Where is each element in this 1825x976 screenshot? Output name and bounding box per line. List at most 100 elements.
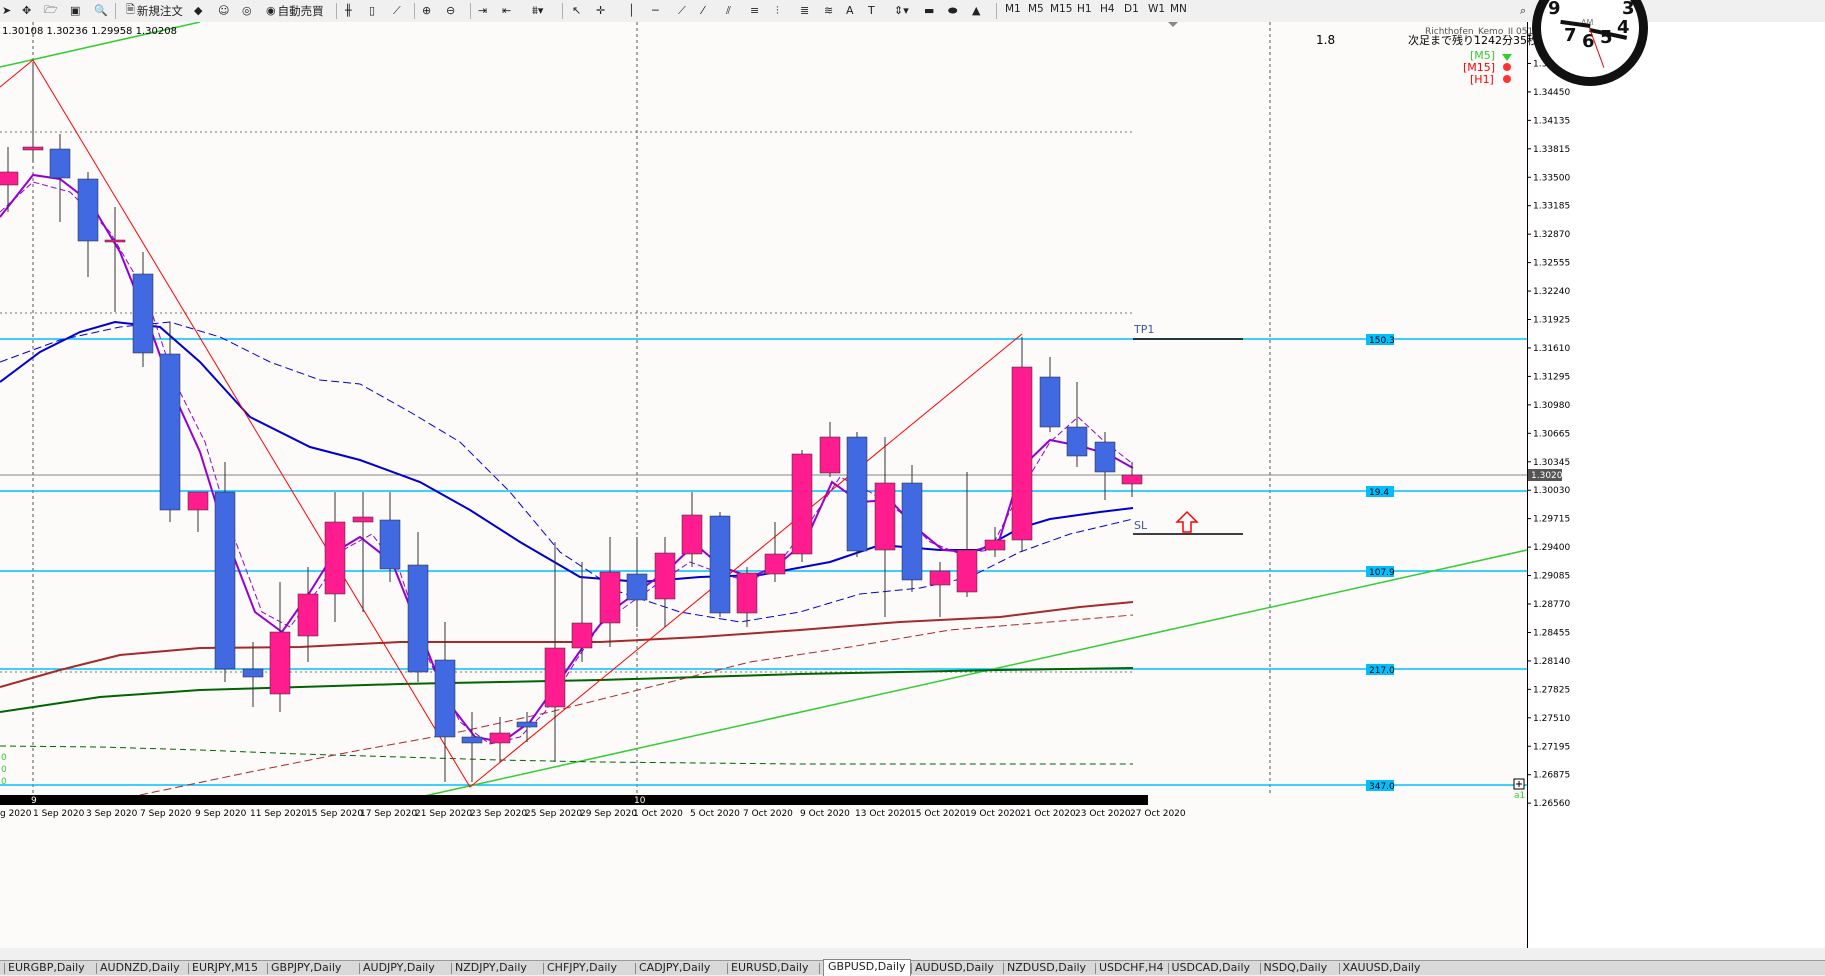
cursor-icon[interactable]: ↖ (572, 2, 581, 19)
horizontal-line-icon[interactable]: ─ (652, 2, 659, 19)
candle-body (819, 436, 841, 474)
fibo-arc-icon[interactable]: ≋ (824, 2, 833, 19)
zoom-out-icon[interactable]: ⊖ (446, 2, 455, 19)
zoom-window-icon[interactable]: 🔍 (94, 2, 108, 19)
fibo-fan-icon[interactable]: ⫶ (776, 2, 779, 19)
search-icon[interactable]: ⌕ (1520, 2, 1526, 19)
fibo-timezone-icon[interactable]: ≣ (800, 2, 809, 19)
rectangle-icon[interactable]: ▬ (924, 2, 934, 19)
price-label: 1.29085 (1533, 572, 1570, 582)
price-label: 1.33815 (1533, 145, 1570, 155)
candle-body (1011, 366, 1033, 541)
history-center-icon[interactable]: ◆ (194, 2, 202, 19)
candlestick-icon[interactable]: ▯ (369, 2, 375, 19)
new-order-button[interactable]: 🗎 新規注文 (126, 2, 183, 19)
date-label: 17 Sep 2020 (360, 809, 417, 819)
candle-body (929, 570, 951, 586)
price-scale-panel (1527, 22, 1825, 948)
candle-body (1066, 426, 1088, 457)
symbol-tab[interactable]: NSDQ,Daily (1264, 961, 1328, 975)
date-label: 27 Oct 2020 (1130, 809, 1186, 819)
candle-body (269, 631, 291, 695)
date-label: 9 Sep 2020 (195, 809, 247, 819)
candle-body (379, 519, 401, 570)
globe-icon[interactable]: ◎ (242, 2, 252, 19)
chart-shift-icon[interactable]: ⇤ (502, 2, 511, 19)
arrows-icon[interactable]: ⇕▾ (894, 2, 909, 19)
price-chart[interactable]: 150.319.4107.9217.0347.0 1.350801.347651… (0, 22, 1825, 948)
candle-body (791, 453, 813, 555)
symbol-tab[interactable]: USDCHF,H4 (1099, 961, 1164, 975)
trendline-angle-icon[interactable]: ⁄ (702, 2, 704, 19)
folder-icon[interactable]: 🗁 (44, 2, 58, 19)
crosshair-move-icon[interactable]: ✥ (22, 2, 31, 19)
signal-h1-face-icon (1503, 75, 1511, 83)
price-scale-border (1527, 22, 1528, 948)
symbol-tab[interactable]: CHFJPY,Daily (547, 961, 617, 975)
timeframe-mn[interactable]: MN (1170, 3, 1187, 15)
line-chart-icon[interactable]: ⟋ (393, 2, 401, 19)
candle-body (324, 521, 346, 595)
date-label: 29 Sep 2020 (580, 809, 637, 819)
period-mark: 10 (634, 796, 646, 806)
symbol-tab[interactable]: CADJPY,Daily (639, 961, 710, 975)
symbol-tab[interactable]: GBPJPY,Daily (271, 961, 341, 975)
equidistant-channel-icon[interactable]: ⫽ (726, 2, 731, 19)
candle-body (434, 659, 456, 738)
text-label-icon[interactable]: T (868, 2, 875, 19)
tab-separator (911, 963, 912, 974)
timeframe-m1[interactable]: M1 (1005, 3, 1021, 15)
timeframe-h4[interactable]: H4 (1100, 3, 1115, 15)
date-label: 21 Sep 2020 (415, 809, 472, 819)
timeframe-m5[interactable]: M5 (1028, 3, 1044, 15)
symbol-tab[interactable]: AUDUSD,Daily (915, 961, 994, 975)
symbol-tab[interactable]: EURGBP,Daily (8, 961, 85, 975)
timeframe-m15[interactable]: M15 (1050, 3, 1072, 15)
window-icon[interactable]: ▣ (70, 2, 80, 19)
timeframe-h1[interactable]: H1 (1077, 3, 1092, 15)
tab-separator (1338, 963, 1340, 974)
text-icon[interactable]: A (846, 2, 854, 19)
ellipse-icon[interactable]: ⬬ (948, 2, 957, 19)
tab-separator (96, 963, 97, 974)
symbol-tab[interactable]: USDCAD,Daily (1172, 961, 1251, 975)
tab-separator (635, 963, 636, 974)
symbol-tab[interactable]: AUDNZD,Daily (100, 961, 180, 975)
zoom-in-icon[interactable]: ⊕ (422, 2, 431, 19)
bar-chart-icon[interactable]: ╫ (345, 2, 352, 19)
fibo-retracement-icon[interactable]: ≡ (750, 2, 759, 19)
price-label: 1.27510 (1533, 714, 1570, 724)
candle-body (132, 273, 154, 354)
auto-trade-button[interactable]: ◉ 自動売買 (266, 2, 324, 19)
price-label: 1.32555 (1533, 259, 1570, 269)
symbol-tab[interactable]: XAUUSD,Daily (1343, 961, 1421, 975)
people-icon[interactable]: ☺ (218, 2, 229, 19)
symbol-tab[interactable]: EURUSD,Daily (731, 961, 808, 975)
trendline-icon[interactable]: ⟋ (678, 2, 686, 19)
tab-separator (543, 963, 544, 974)
indicators-icon[interactable]: ⩩▾ (532, 2, 543, 19)
candle-body (242, 668, 264, 678)
candle-body (571, 622, 593, 649)
signal-m15-face-icon (1503, 63, 1511, 71)
auto-scroll-icon[interactable]: ⇥ (478, 2, 487, 19)
tab-separator (267, 963, 268, 974)
symbol-tab[interactable]: EURJPY,M15 (192, 961, 258, 975)
symbol-tab[interactable]: NZDUSD,Daily (1007, 961, 1086, 975)
symbol-tab[interactable]: GBPUSD,Daily (823, 959, 911, 976)
timeframe-d1[interactable]: D1 (1124, 3, 1139, 15)
price-label: 1.31610 (1533, 344, 1570, 354)
symbol-tab[interactable]: NZDJPY,Daily (455, 961, 527, 975)
toolbar-separator (336, 3, 337, 19)
symbol-tab[interactable]: AUDJPY,Daily (363, 961, 435, 975)
arrow-icon[interactable]: ➤ (2, 2, 11, 19)
price-label: 1.32870 (1533, 230, 1570, 240)
date-label: 7 Sep 2020 (140, 809, 192, 819)
triangle-icon[interactable]: ▲ (972, 2, 980, 19)
crosshair-icon[interactable]: ✛ (596, 2, 605, 19)
date-label: g 2020 (0, 809, 32, 819)
vertical-line-icon[interactable]: │ (628, 2, 635, 19)
price-label: 1.26560 (1533, 799, 1570, 809)
timeframe-w1[interactable]: W1 (1148, 3, 1165, 15)
candle-body (544, 647, 566, 708)
